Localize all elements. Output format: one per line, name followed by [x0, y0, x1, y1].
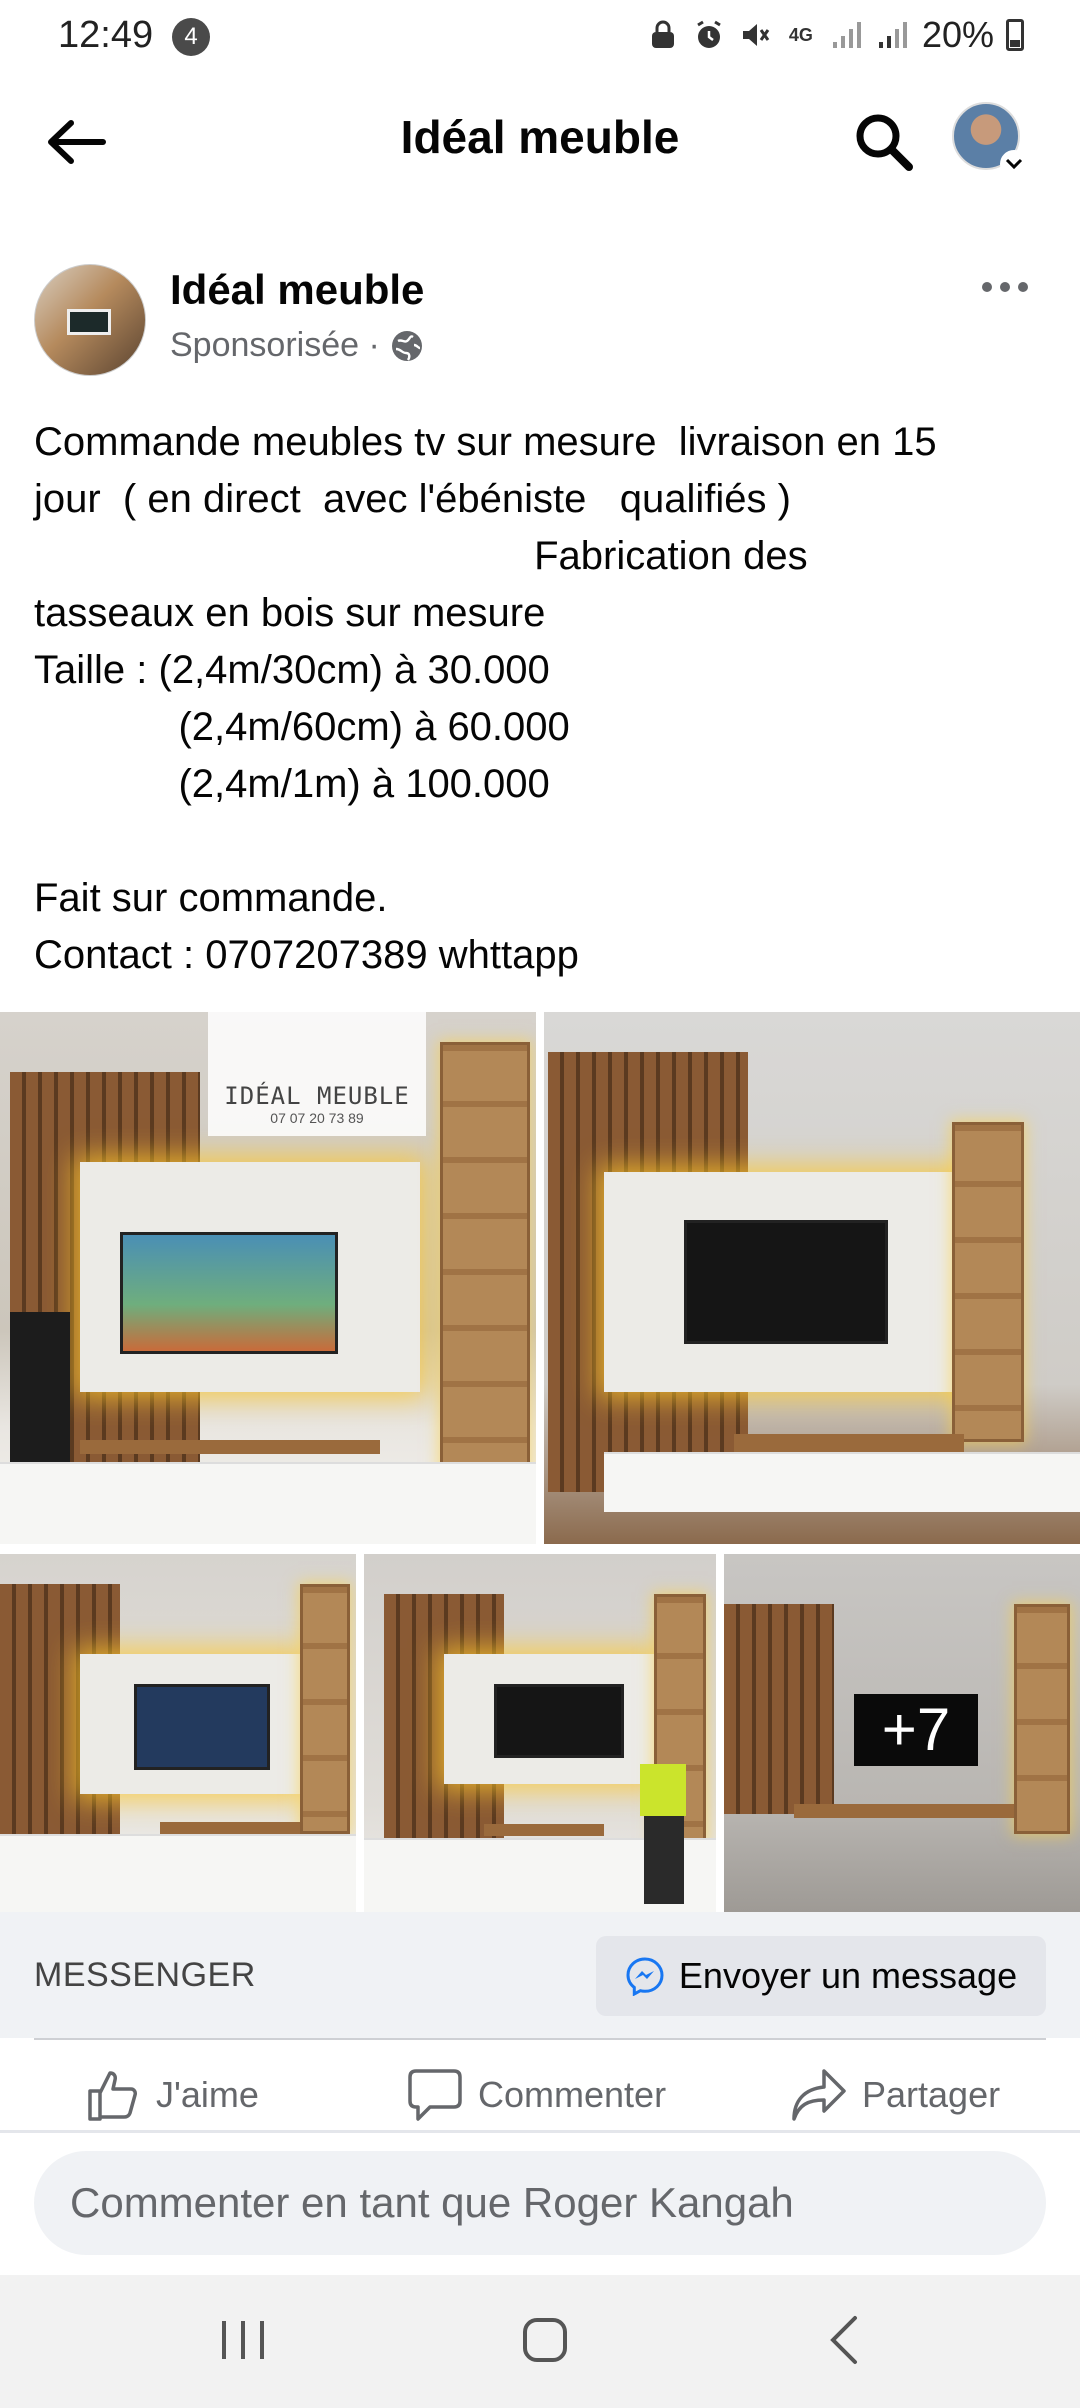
more-dots-icon — [982, 282, 1028, 292]
recents-icon — [222, 2321, 264, 2359]
network-type: 4G — [788, 25, 813, 45]
share-button[interactable]: Partager — [790, 2060, 1000, 2130]
chevron-down-icon — [1000, 150, 1028, 178]
back-nav-icon — [830, 2316, 857, 2364]
battery-level: 20% — [921, 14, 994, 55]
post-image-3[interactable] — [0, 1554, 356, 1912]
post-image-1[interactable]: IDÉAL MEUBLE 07 07 20 73 89 — [0, 1012, 536, 1544]
image-logo: IDÉAL MEUBLE 07 07 20 73 89 — [208, 1012, 426, 1136]
home-button[interactable] — [500, 2305, 590, 2375]
post-image-5[interactable]: +7 — [724, 1554, 1080, 1912]
share-icon — [792, 2069, 846, 2121]
profile-menu-button[interactable] — [952, 102, 1028, 178]
messenger-icon — [626, 1957, 664, 1996]
nav-back-button[interactable] — [800, 2305, 890, 2375]
post-image-4[interactable] — [364, 1554, 716, 1912]
status-time: 12:49 — [58, 14, 154, 56]
sponsored-label: Sponsorisée · — [170, 326, 424, 365]
divider — [34, 2038, 1046, 2040]
status-bar: 12:49 4 4G 20% — [0, 0, 1080, 72]
post-more-button[interactable] — [972, 262, 1038, 312]
notification-count-badge: 4 — [172, 18, 210, 56]
system-nav-bar — [0, 2275, 1080, 2408]
post-header: Idéal meuble Sponsorisée · — [0, 262, 1080, 382]
comment-input[interactable] — [34, 2151, 1046, 2255]
like-button[interactable]: J'aime — [86, 2060, 259, 2130]
post-page-name[interactable]: Idéal meuble — [170, 266, 424, 314]
home-icon — [523, 2318, 567, 2362]
post-text: Commande meubles tv sur mesure livraison… — [34, 420, 937, 977]
globe-icon — [391, 330, 422, 361]
comment-composer — [0, 2133, 1080, 2275]
post-image-2[interactable] — [544, 1012, 1080, 1544]
messenger-bar: MESSENGER Envoyer un message — [0, 1912, 1080, 2038]
recents-button[interactable] — [198, 2305, 288, 2375]
comment-button[interactable]: Commenter — [406, 2060, 666, 2130]
search-icon — [856, 114, 913, 171]
mute-icon — [738, 18, 772, 52]
search-button[interactable] — [848, 106, 920, 178]
post-actions: J'aime Commenter Partager — [0, 2060, 1080, 2130]
app-header: Idéal meuble — [0, 72, 1080, 208]
battery-icon — [1006, 19, 1024, 51]
signal-icon — [830, 18, 864, 52]
like-icon — [88, 2071, 137, 2121]
lock-icon — [646, 18, 680, 52]
send-message-button[interactable]: Envoyer un message — [596, 1936, 1046, 2016]
messenger-label: MESSENGER — [34, 1956, 256, 1994]
alarm-icon — [692, 18, 726, 52]
status-icons: 4G 20% — [646, 14, 1024, 56]
comment-icon — [408, 2069, 462, 2121]
more-images-count[interactable]: +7 — [854, 1694, 978, 1766]
page-avatar[interactable] — [34, 264, 146, 376]
signal-icon-2 — [876, 18, 910, 52]
